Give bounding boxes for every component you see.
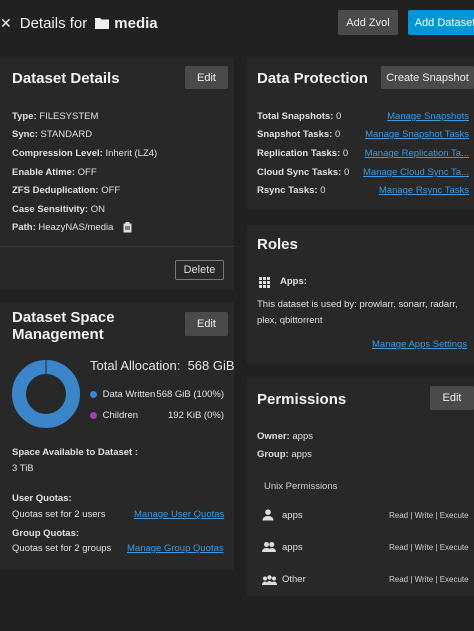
protection-row-label: Cloud Sync Tasks: 0 bbox=[257, 167, 350, 178]
group-quotas-label: Group Quotas: bbox=[12, 528, 80, 539]
delete-button[interactable]: Delete bbox=[175, 260, 224, 280]
card-title: Permissions bbox=[257, 391, 347, 408]
path-row: Path: HeazyNAS/media bbox=[12, 222, 132, 233]
divider bbox=[0, 246, 234, 247]
compression-row: Compression Level: Inherit (LZ4) bbox=[12, 148, 158, 159]
legend-dot bbox=[90, 411, 97, 419]
others-icon bbox=[262, 573, 277, 591]
protection-row-link[interactable]: Manage Cloud Sync Ta... bbox=[363, 167, 469, 178]
protection-row-link[interactable]: Manage Snapshots bbox=[387, 111, 469, 122]
group-icon bbox=[262, 540, 276, 558]
legend-data-written: Data Written 568 GiB (100%) bbox=[90, 389, 228, 400]
data-protection-card: Data Protection Create Snapshot Total Sn… bbox=[247, 58, 474, 210]
group-quotas-text: Quotas set for 2 groups bbox=[12, 543, 112, 554]
space-available-label: Space Available to Dataset : bbox=[12, 447, 139, 458]
total-allocation: Total Allocation: 568 GiB bbox=[90, 358, 235, 373]
page-header: ✕ Details for media bbox=[0, 10, 158, 36]
type-row: Type: FILESYSTEM bbox=[12, 111, 99, 122]
edit-space-button[interactable]: Edit bbox=[185, 312, 228, 336]
space-available-value: 3 TiB bbox=[12, 463, 34, 474]
permission-entry-perms: Read | Write | Execute bbox=[389, 511, 469, 520]
legend-children: Children 192 KiB (0%) bbox=[90, 410, 228, 421]
group-row: Group: apps bbox=[257, 449, 312, 460]
atime-row: Enable Atime: OFF bbox=[12, 167, 97, 178]
roles-card: Roles Apps: This dataset is used by: pro… bbox=[247, 225, 474, 363]
permission-entry-name: apps bbox=[282, 542, 303, 553]
card-title: Roles bbox=[257, 236, 298, 253]
allocation-donut-chart bbox=[12, 360, 80, 428]
add-dataset-button[interactable]: Add Dataset bbox=[408, 10, 474, 35]
space-management-card: Dataset Space Management Edit Total Alloc… bbox=[0, 302, 235, 570]
card-title: Dataset Details bbox=[12, 70, 120, 87]
protection-row-link[interactable]: Manage Snapshot Tasks bbox=[365, 129, 469, 140]
used-by-line-2: plex, qbittorrent bbox=[257, 315, 323, 326]
permission-entry-name: apps bbox=[282, 510, 303, 521]
permission-entry-perms: Read | Write | Execute bbox=[389, 575, 469, 584]
donut-slice-data-written bbox=[12, 360, 80, 428]
add-zvol-button[interactable]: Add Zvol bbox=[338, 10, 398, 35]
protection-row-label: Rsync Tasks: 0 bbox=[257, 185, 326, 196]
dedup-row: ZFS Deduplication: OFF bbox=[12, 185, 121, 196]
protection-row-link[interactable]: Manage Replication Ta... bbox=[365, 148, 469, 159]
manage-apps-settings-link[interactable]: Manage Apps Settings bbox=[372, 339, 467, 350]
user-icon bbox=[262, 508, 274, 526]
case-row: Case Sensitivity: ON bbox=[12, 204, 105, 215]
close-icon[interactable]: ✕ bbox=[0, 15, 12, 32]
permissions-card: Permissions Edit Owner: apps Group: apps… bbox=[247, 378, 474, 596]
dataset-name: media bbox=[114, 14, 158, 32]
used-by-line-1: This dataset is used by: prowlarr, sonar… bbox=[257, 299, 458, 310]
permission-entry-name: Other bbox=[282, 574, 306, 585]
permission-entry-perms: Read | Write | Execute bbox=[389, 543, 469, 552]
legend-dot bbox=[90, 390, 97, 398]
apps-label: Apps: bbox=[280, 276, 307, 287]
edit-permissions-button[interactable]: Edit bbox=[430, 386, 474, 410]
sync-row: Sync: STANDARD bbox=[12, 129, 93, 140]
protection-row-label: Snapshot Tasks: 0 bbox=[257, 129, 341, 140]
manage-user-quotas-link[interactable]: Manage User Quotas bbox=[134, 509, 224, 520]
page-title-prefix: Details for bbox=[19, 14, 88, 32]
owner-row: Owner: apps bbox=[257, 431, 313, 442]
apps-grid-icon bbox=[259, 275, 270, 293]
manage-group-quotas-link[interactable]: Manage Group Quotas bbox=[127, 543, 224, 554]
edit-details-button[interactable]: Edit bbox=[185, 66, 228, 89]
copy-icon[interactable] bbox=[123, 222, 132, 233]
card-title: Dataset Space Management bbox=[12, 309, 115, 343]
card-title: Data Protection bbox=[257, 70, 368, 87]
dataset-details-card: Dataset Details Edit Type: FILESYSTEM Sy… bbox=[0, 58, 234, 290]
create-snapshot-button[interactable]: Create Snapshot bbox=[381, 66, 474, 89]
unix-permissions-title: Unix Permissions bbox=[264, 481, 338, 492]
protection-row-label: Total Snapshots: 0 bbox=[257, 111, 342, 122]
user-quotas-text: Quotas set for 2 users bbox=[12, 509, 106, 520]
user-quotas-label: User Quotas: bbox=[12, 493, 72, 504]
protection-row-link[interactable]: Manage Rsync Tasks bbox=[379, 185, 469, 196]
protection-row-label: Replication Tasks: 0 bbox=[257, 148, 349, 159]
folder-icon bbox=[95, 17, 110, 29]
